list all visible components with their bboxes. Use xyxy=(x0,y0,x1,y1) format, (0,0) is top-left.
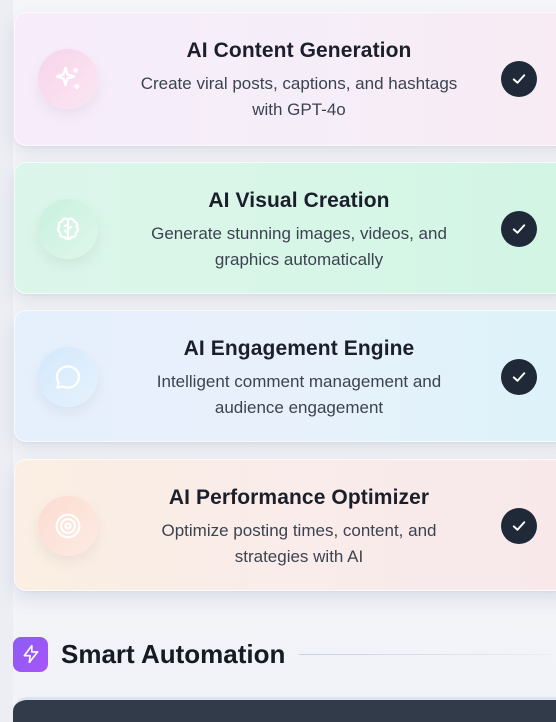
sparkles-icon xyxy=(38,49,98,109)
feature-description-line: Optimize posting times, content, and xyxy=(161,521,437,540)
feature-description-line: Generate stunning images, videos, and xyxy=(151,224,447,243)
feature-description-line: Intelligent comment management and xyxy=(156,372,442,391)
left-gutter xyxy=(0,0,13,722)
section-divider xyxy=(299,653,553,655)
section-header-smart-automation: Smart Automation xyxy=(13,636,553,672)
check-icon[interactable] xyxy=(501,211,537,247)
brain-icon xyxy=(38,199,98,259)
feature-title: AI Content Generation xyxy=(186,39,412,62)
feature-description-line: with GPT-4o xyxy=(252,100,346,119)
section-title: Smart Automation xyxy=(61,638,286,669)
feature-description-line: graphics automatically xyxy=(214,250,384,269)
automation-card[interactable] xyxy=(13,697,556,722)
chat-bubble-icon xyxy=(38,347,98,407)
check-icon[interactable] xyxy=(501,508,537,544)
feature-card-engagement-engine[interactable]: AI Engagement Engine Intelligent comment… xyxy=(14,310,556,442)
feature-title: AI Engagement Engine xyxy=(183,337,415,360)
feature-description-line: strategies with AI xyxy=(234,547,364,566)
feature-title: AI Performance Optimizer xyxy=(168,486,430,509)
feature-description-line: Create viral posts, captions, and hashta… xyxy=(140,74,458,93)
check-icon[interactable] xyxy=(501,61,537,97)
lightning-bolt-icon xyxy=(13,636,48,672)
page: AI Content Generation Create viral posts… xyxy=(0,0,556,722)
feature-title: AI Visual Creation xyxy=(208,189,390,212)
feature-description-line: audience engagement xyxy=(214,398,384,417)
feature-card-content-generation[interactable]: AI Content Generation Create viral posts… xyxy=(14,12,556,146)
feature-card-visual-creation[interactable]: AI Visual Creation Generate stunning ima… xyxy=(14,162,556,294)
feature-card-performance-optimizer[interactable]: AI Performance Optimizer Optimize postin… xyxy=(14,459,556,591)
target-icon xyxy=(38,496,98,556)
check-icon[interactable] xyxy=(501,359,537,395)
